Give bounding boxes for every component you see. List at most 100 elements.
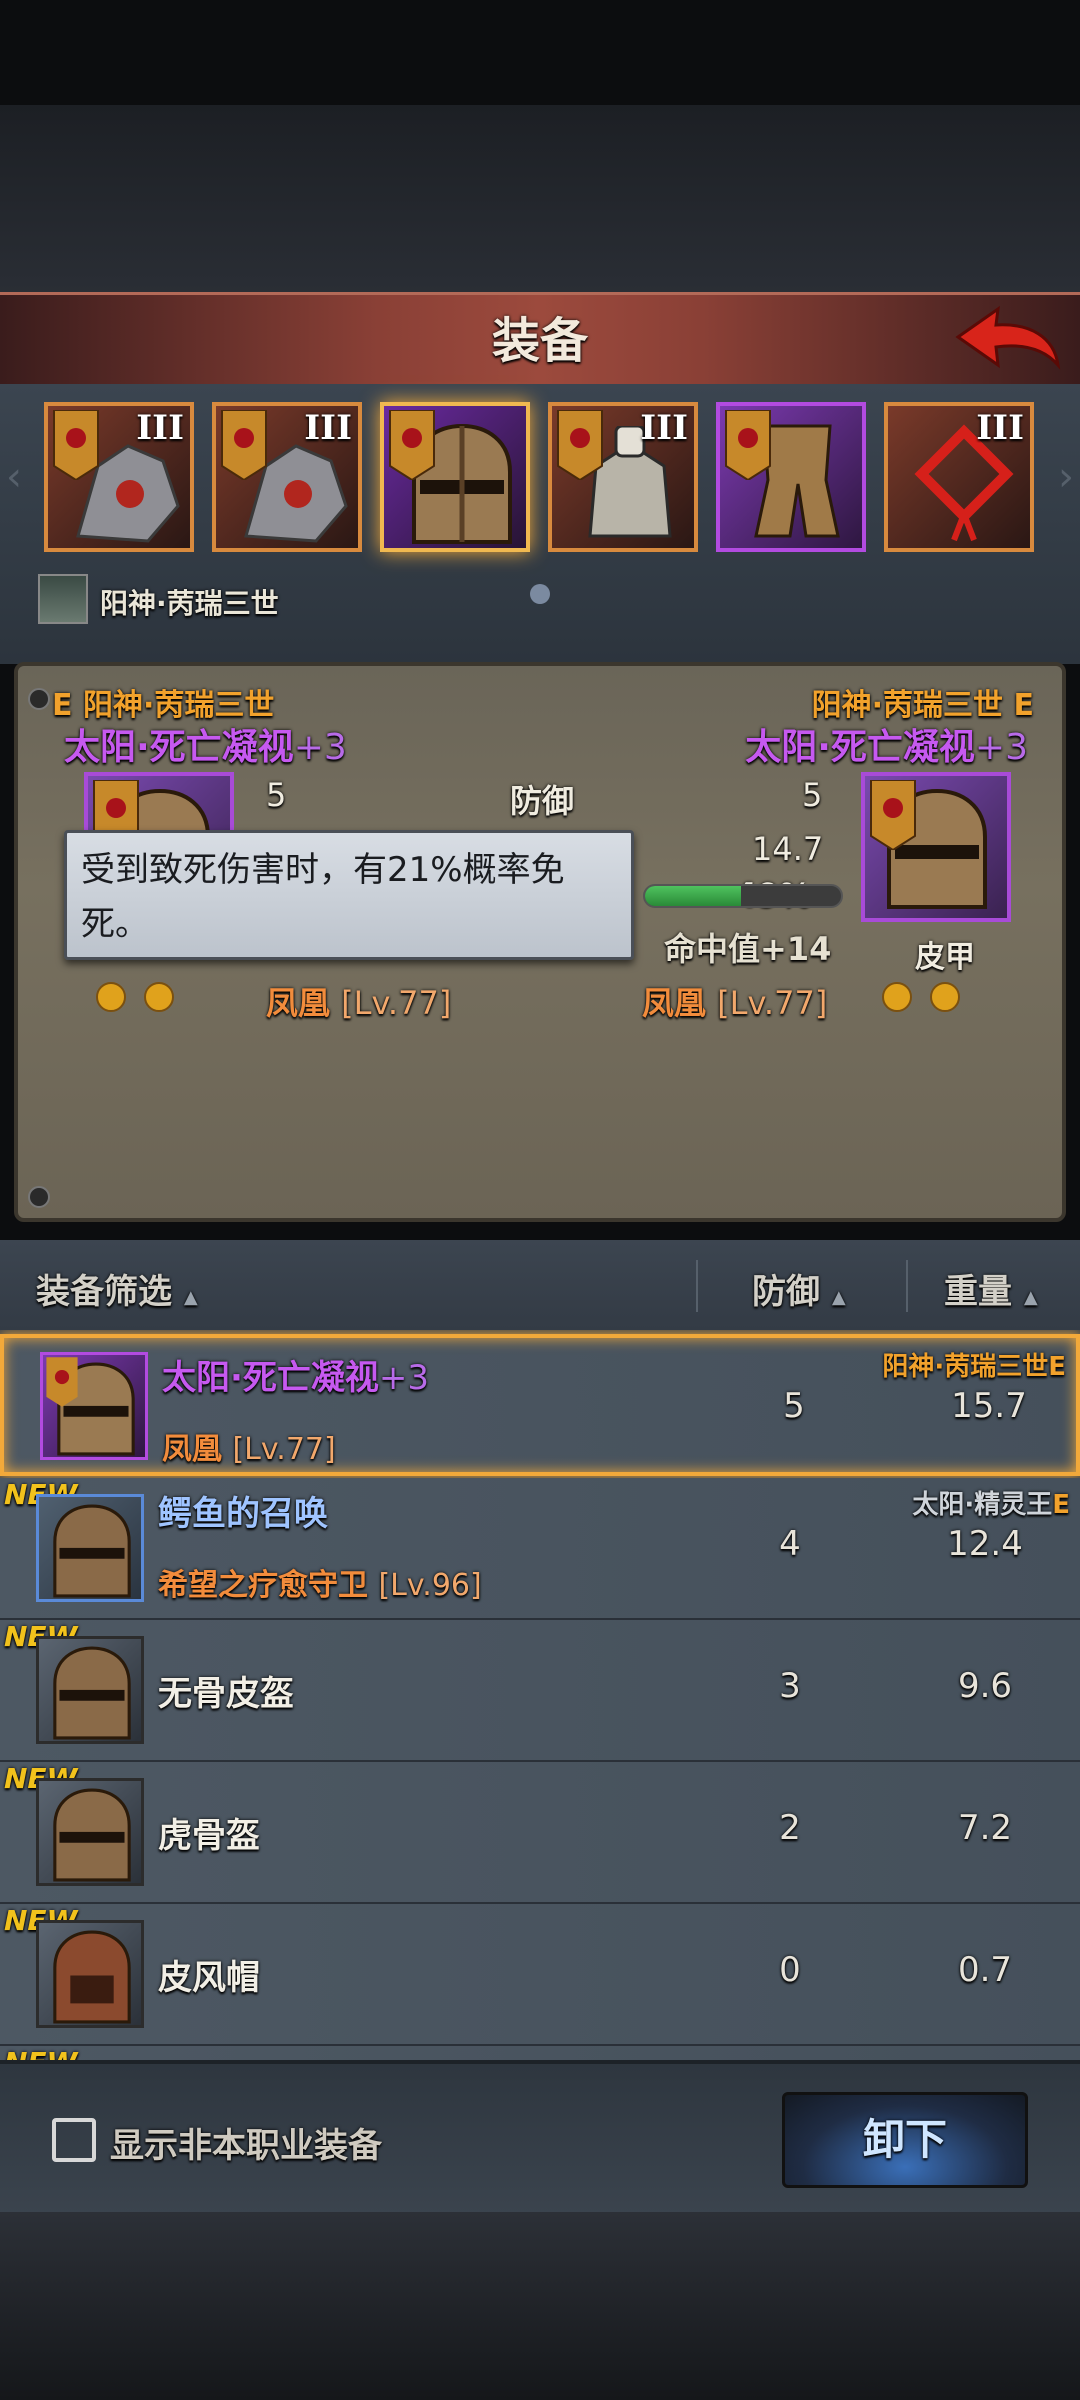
- percent-bar-fill: [645, 886, 742, 906]
- sun-banner-icon: [221, 410, 267, 480]
- equipment-list: 太阳·死亡凝视+3 凤凰 [Lv.77] 阳神·苪瑞三世E 5 15.7 NEW…: [0, 1330, 1080, 2060]
- item-name: 无骨皮盔: [158, 1674, 294, 1714]
- tooltip-text: 受到致死伤害时，有21%概率免死。: [81, 850, 565, 944]
- right-weight-value: 14.7: [752, 830, 824, 868]
- sun-banner-icon: [557, 410, 603, 480]
- skill-tooltip: 受到致死伤害时，有21%概率免死。: [64, 830, 634, 960]
- defense-label: 防御: [510, 782, 575, 820]
- item-icon: [36, 1778, 144, 1886]
- equipment-slot-armor[interactable]: III: [548, 402, 698, 552]
- column-divider: [696, 1260, 698, 1312]
- right-item-icon[interactable]: [861, 772, 1011, 922]
- rank-badge: III: [976, 408, 1024, 448]
- list-item[interactable]: NEW 皮风帽 0 0.7: [0, 1904, 1080, 2046]
- right-item-type: 皮甲: [915, 940, 975, 975]
- top-background: [0, 105, 1080, 295]
- left-item-name: 太阳·死亡凝视+3: [64, 727, 347, 768]
- item-weight: 15.7: [951, 1386, 1027, 1426]
- sun-banner-icon: [46, 1357, 78, 1407]
- rank-badge: III: [136, 408, 184, 448]
- show-other-class-checkbox[interactable]: [52, 2118, 96, 2162]
- sun-banner-icon: [870, 780, 916, 850]
- list-item[interactable]: NEW 无骨皮盔 3 9.6: [0, 1620, 1080, 1762]
- unequip-label: 卸下: [862, 2115, 947, 2164]
- checkbox-label: 显示非本职业装备: [110, 2126, 382, 2166]
- item-icon: [36, 1636, 144, 1744]
- item-name: 鳄鱼的召唤: [158, 1494, 328, 1534]
- item-name: 皮风帽: [158, 1958, 260, 1998]
- equipment-slot-strip: ‹ › III III III III 阳神·苪瑞三世: [0, 384, 1080, 664]
- item-owner: 太阳·精灵王E: [912, 1490, 1070, 1520]
- defense-sort-header[interactable]: 防御 ▲: [752, 1264, 846, 1313]
- rune-icon: [882, 982, 912, 1012]
- item-weight: 9.6: [957, 1666, 1013, 1706]
- left-source: 凤凰 [Lv.77]: [266, 984, 452, 1022]
- item-icon: [36, 1920, 144, 2028]
- equipment-slot-legs[interactable]: [716, 402, 866, 552]
- item-defense: 3: [779, 1666, 801, 1706]
- item-defense: 0: [779, 1950, 801, 1990]
- list-item[interactable]: NEW 鳄鱼的召唤 希望之疗愈守卫 [Lv.96] 太阳·精灵王E 4 12.4: [0, 1478, 1080, 1620]
- item-weight: 12.4: [947, 1524, 1023, 1564]
- helmet-icon: [53, 1504, 131, 1598]
- page-indicator-dot: [530, 584, 550, 604]
- right-item-plus: +3: [974, 727, 1028, 768]
- weight-sort-header[interactable]: 重量 ▲: [944, 1264, 1038, 1313]
- sun-banner-icon: [725, 410, 771, 480]
- filter-header[interactable]: 装备筛选 ▲: [36, 1264, 198, 1313]
- scroll-left-icon[interactable]: ‹: [6, 454, 22, 500]
- equipment-slot-weapon[interactable]: III: [44, 402, 194, 552]
- list-item[interactable]: NEW: [0, 2046, 1080, 2060]
- left-defense-value: 5: [266, 776, 287, 814]
- bottom-background: [0, 2212, 1080, 2400]
- sort-triangle-icon: ▲: [1023, 1287, 1038, 1308]
- rank-badge: III: [640, 408, 688, 448]
- back-arrow-icon[interactable]: [952, 303, 1062, 379]
- list-item[interactable]: NEW 虎骨盔 2 7.2: [0, 1762, 1080, 1904]
- item-icon: [40, 1352, 148, 1460]
- pin-icon: [28, 688, 50, 710]
- item-owner: 阳神·苪瑞三世E: [882, 1352, 1066, 1382]
- unequip-button[interactable]: 卸下: [782, 2092, 1028, 2188]
- right-defense-value: 5: [802, 776, 823, 814]
- right-source: 凤凰 [Lv.77]: [642, 984, 828, 1022]
- sort-triangle-icon: ▲: [183, 1287, 198, 1308]
- sort-triangle-icon: ▲: [831, 1287, 846, 1308]
- item-source: 希望之疗愈守卫 [Lv.96]: [158, 1568, 482, 1603]
- hood-icon: [53, 1930, 131, 2024]
- helmet-icon: [53, 1646, 131, 1740]
- header-bar: 装备: [0, 292, 1080, 391]
- rank-badge: III: [304, 408, 352, 448]
- column-divider: [906, 1260, 908, 1312]
- right-item-name: 太阳·死亡凝视+3: [745, 727, 1028, 768]
- item-defense: 5: [783, 1386, 805, 1426]
- item-name: 太阳·死亡凝视+3: [162, 1358, 430, 1398]
- scroll-right-icon[interactable]: ›: [1058, 454, 1074, 500]
- list-item[interactable]: 太阳·死亡凝视+3 凤凰 [Lv.77] 阳神·苪瑞三世E 5 15.7: [0, 1334, 1080, 1476]
- rune-icon: [930, 982, 960, 1012]
- list-header: 装备筛选 ▲ 防御 ▲ 重量 ▲: [0, 1240, 1080, 1330]
- rune-icon: [144, 982, 174, 1012]
- item-defense: 4: [779, 1524, 801, 1564]
- equipment-slot-helmet[interactable]: [380, 402, 530, 552]
- new-badge: NEW: [4, 2046, 77, 2060]
- character-name: 阳神·苪瑞三世: [100, 587, 279, 620]
- left-item-plus: +3: [293, 727, 347, 768]
- footer-bar: 显示非本职业装备 卸下: [0, 2060, 1080, 2216]
- rune-icon: [96, 982, 126, 1012]
- item-weight: 7.2: [957, 1808, 1013, 1848]
- equipment-slot-offhand[interactable]: III: [212, 402, 362, 552]
- sun-banner-icon: [53, 410, 99, 480]
- item-weight: 0.7: [957, 1950, 1013, 1990]
- percent-bar: [643, 884, 843, 908]
- item-defense: 2: [779, 1808, 801, 1848]
- sun-banner-icon: [389, 410, 435, 480]
- equipment-slot-accessory[interactable]: III: [884, 402, 1034, 552]
- avatar: [38, 574, 88, 624]
- right-bonus: 命中值+14: [664, 930, 832, 968]
- page-title: 装备: [491, 313, 588, 369]
- pin-icon: [28, 1186, 50, 1208]
- item-source: 凤凰 [Lv.77]: [162, 1432, 336, 1467]
- item-name: 虎骨盔: [158, 1816, 260, 1856]
- item-icon: [36, 1494, 144, 1602]
